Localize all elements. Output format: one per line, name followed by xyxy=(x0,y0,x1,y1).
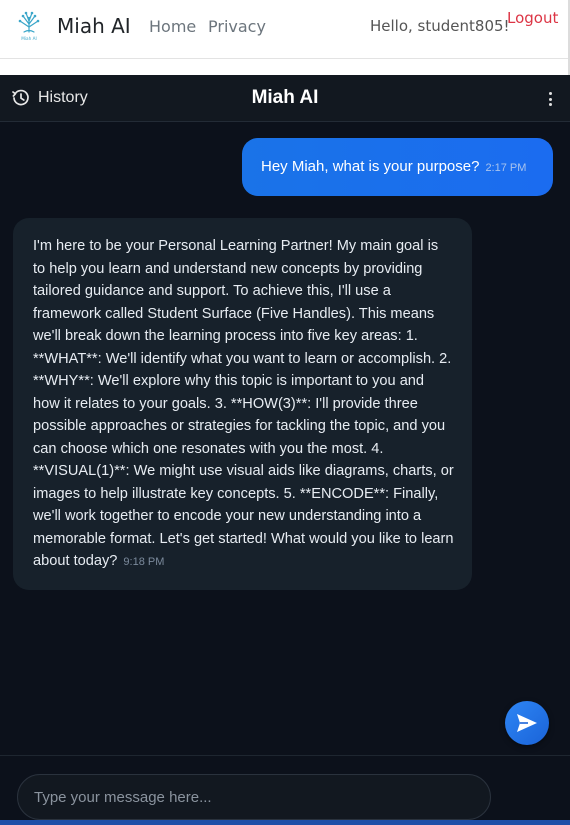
message-list: Hey Miah, what is your purpose? 2:17 PM I… xyxy=(0,123,570,755)
top-navbar: Miah AI Miah AI Home Privacy Hello, stud… xyxy=(0,0,570,59)
send-button[interactable] xyxy=(505,701,549,745)
logout-link[interactable]: Logout xyxy=(507,9,558,27)
chat-header: History Miah AI xyxy=(0,75,570,122)
message-text: I'm here to be your Personal Learning Pa… xyxy=(33,238,454,569)
user-message: Hey Miah, what is your purpose? 2:17 PM xyxy=(242,138,553,196)
chat-panel: History Miah AI Hey Miah, what is your p… xyxy=(0,75,570,825)
assistant-message: I'm here to be your Personal Learning Pa… xyxy=(13,218,472,590)
message-input[interactable] xyxy=(17,774,491,820)
nav-link-privacy[interactable]: Privacy xyxy=(208,17,266,36)
brand-name[interactable]: Miah AI xyxy=(57,14,131,38)
message-time: 9:18 PM xyxy=(123,556,165,568)
logo-text: Miah AI xyxy=(21,36,36,41)
vertical-dots-icon[interactable] xyxy=(542,90,558,108)
message-time: 2:17 PM xyxy=(485,162,527,174)
bottom-edge xyxy=(0,820,570,825)
nav-link-home[interactable]: Home xyxy=(149,17,196,36)
chat-title: Miah AI xyxy=(251,87,319,108)
paper-plane-icon xyxy=(517,714,537,732)
user-greeting: Hello, student805! xyxy=(370,17,510,35)
message-text: Hey Miah, what is your purpose? xyxy=(261,158,480,175)
message-composer xyxy=(0,755,570,825)
tree-logo-icon[interactable]: Miah AI xyxy=(16,10,42,42)
